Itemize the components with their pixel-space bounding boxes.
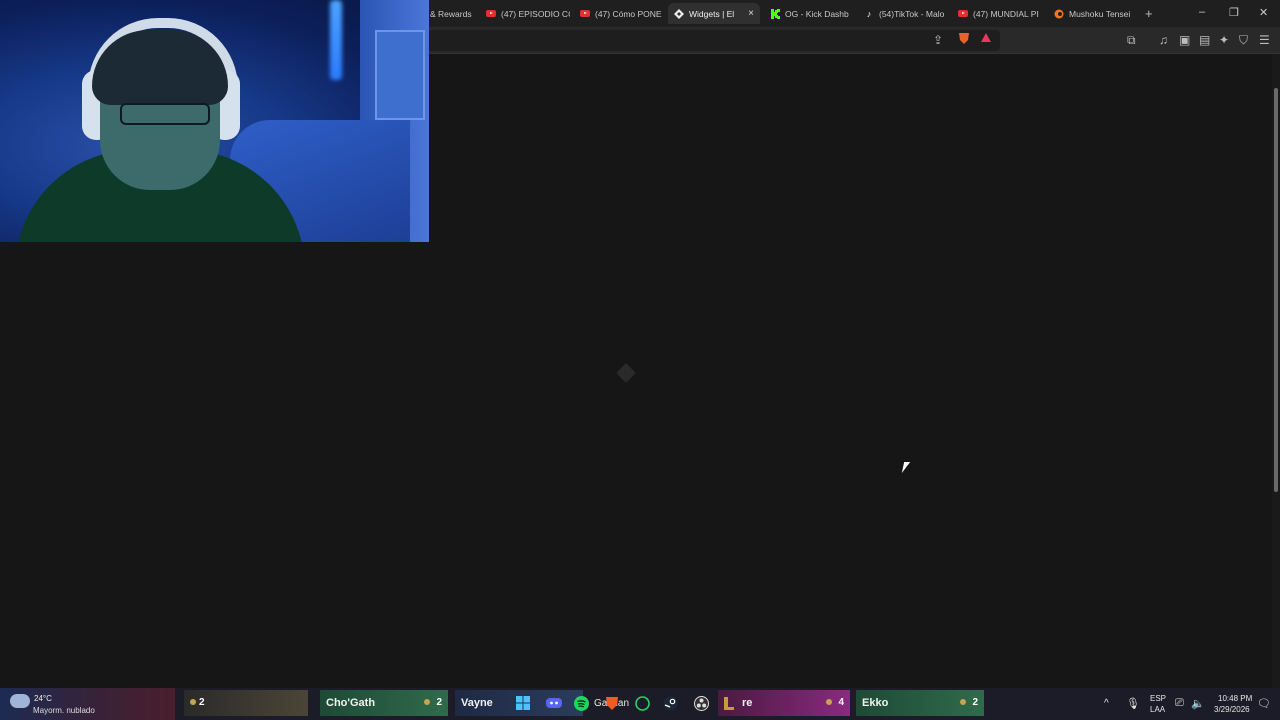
wallet-icon[interactable]: ▤ <box>1199 32 1210 48</box>
minimize-button[interactable]: – <box>1199 6 1205 18</box>
tab-episodio[interactable]: (47) EPISODIO CC <box>480 3 570 24</box>
crunchyroll-icon <box>1054 9 1064 19</box>
gold-coin-icon <box>960 699 966 705</box>
brave-shields-icon[interactable] <box>958 32 970 49</box>
gold-coin-icon <box>424 699 430 705</box>
tab-widgets[interactable]: Widgets | El × <box>668 3 760 24</box>
champion-name: re <box>742 697 753 709</box>
champion-name: Vayne <box>461 697 493 709</box>
notifications-icon[interactable]: 🗨 <box>1257 697 1271 710</box>
tab-close-icon[interactable]: × <box>742 8 754 19</box>
weather-cloud-icon[interactable] <box>10 694 30 708</box>
youtube-icon <box>958 9 968 19</box>
champion-slot-2[interactable]: Cho'Gath 2 <box>320 690 448 716</box>
youtube-icon <box>486 9 496 19</box>
menu-icon[interactable]: ☰ <box>1259 32 1270 48</box>
screenshot-icon[interactable]: ⧉ <box>1127 32 1136 48</box>
microphone-icon[interactable]: 🎙 <box>1126 697 1140 710</box>
scrollbar-thumb[interactable] <box>1274 88 1278 492</box>
league-client-icon[interactable] <box>720 694 738 712</box>
gold-coin-icon <box>190 699 196 705</box>
tab-tiktok[interactable]: ♪ (54)TikTok - Malo <box>858 3 950 24</box>
tab-mushoku[interactable]: Mushoku Tensei <box>1048 3 1140 24</box>
tab-label: Widgets | El <box>689 8 735 19</box>
language-layout[interactable]: LAA <box>1150 705 1165 714</box>
champion-count: 2 <box>436 697 442 708</box>
tab-label: (47) MUNDIAL PI <box>973 8 1039 19</box>
champion-slot-5[interactable]: Ekko 2 <box>856 690 984 716</box>
youtube-icon <box>580 9 590 19</box>
chevron-up-icon[interactable]: ^ <box>1104 698 1109 709</box>
tiktok-icon: ♪ <box>866 8 872 19</box>
tab-label: Mushoku Tensei <box>1069 8 1131 19</box>
kick-icon <box>770 8 780 19</box>
tab-mundial[interactable]: (47) MUNDIAL PI <box>952 3 1044 24</box>
champion-slot-1[interactable]: 2 <box>184 690 308 716</box>
address-bar[interactable] <box>428 30 1000 51</box>
widgets-icon <box>674 8 684 19</box>
discord-icon[interactable] <box>545 694 563 712</box>
close-window-button[interactable]: ✕ <box>1259 6 1268 19</box>
new-tab-button[interactable]: + <box>1145 6 1153 21</box>
brave-rewards-icon[interactable] <box>980 32 992 48</box>
restore-button[interactable]: ❐ <box>1229 6 1239 19</box>
language-code[interactable]: ESP <box>1150 694 1166 703</box>
steam-icon[interactable] <box>661 694 679 712</box>
champion-count: 4 <box>838 697 844 708</box>
tab-como-poner[interactable]: (47) Cómo PONE <box>574 3 664 24</box>
sidebar-icon[interactable]: ▣ <box>1179 32 1190 48</box>
tab-label: (47) Cómo PONE <box>595 8 662 19</box>
media-icon[interactable]: ♫ <box>1159 32 1168 48</box>
champion-count: 2 <box>972 697 978 708</box>
weather-desc: Mayorm. nublado <box>33 706 95 715</box>
spotify-icon[interactable] <box>572 694 590 712</box>
champion-name: Cho'Gath <box>326 697 376 709</box>
clock-date[interactable]: 3/29/2026 <box>1214 705 1250 714</box>
tab-label: OG - Kick Dashb <box>785 8 849 19</box>
brave-icon[interactable] <box>603 694 621 712</box>
vpn-shield-icon[interactable]: ⛉ <box>1239 32 1248 48</box>
share-icon[interactable]: ⇪ <box>933 32 943 48</box>
windows-start-icon[interactable] <box>514 694 532 712</box>
whatsapp-icon[interactable] <box>633 694 651 712</box>
tab-kick[interactable]: OG - Kick Dashb <box>764 3 856 24</box>
tab-label: (47) EPISODIO CC <box>501 8 570 19</box>
clock-time[interactable]: 10:48 PM <box>1218 694 1252 703</box>
webcam-overlay <box>0 0 429 242</box>
screen: & Rewards (47) EPISODIO CC (47) Cómo PON… <box>0 0 1280 720</box>
champion-name: Ekko <box>862 697 889 709</box>
champion-count: 2 <box>199 697 205 708</box>
obs-icon[interactable] <box>692 694 710 712</box>
tab-label: (54)TikTok - Malo <box>879 8 945 19</box>
tab-rewards[interactable]: & Rewards <box>424 3 476 24</box>
tab-label: & Rewards <box>430 8 472 19</box>
weather-temp: 24°C <box>34 694 52 703</box>
gold-coin-icon <box>826 699 832 705</box>
leo-ai-icon[interactable]: ✦ <box>1219 32 1229 48</box>
volume-icon[interactable]: 🔈 <box>1191 697 1205 710</box>
network-icon[interactable]: ⎚ <box>1175 697 1184 710</box>
